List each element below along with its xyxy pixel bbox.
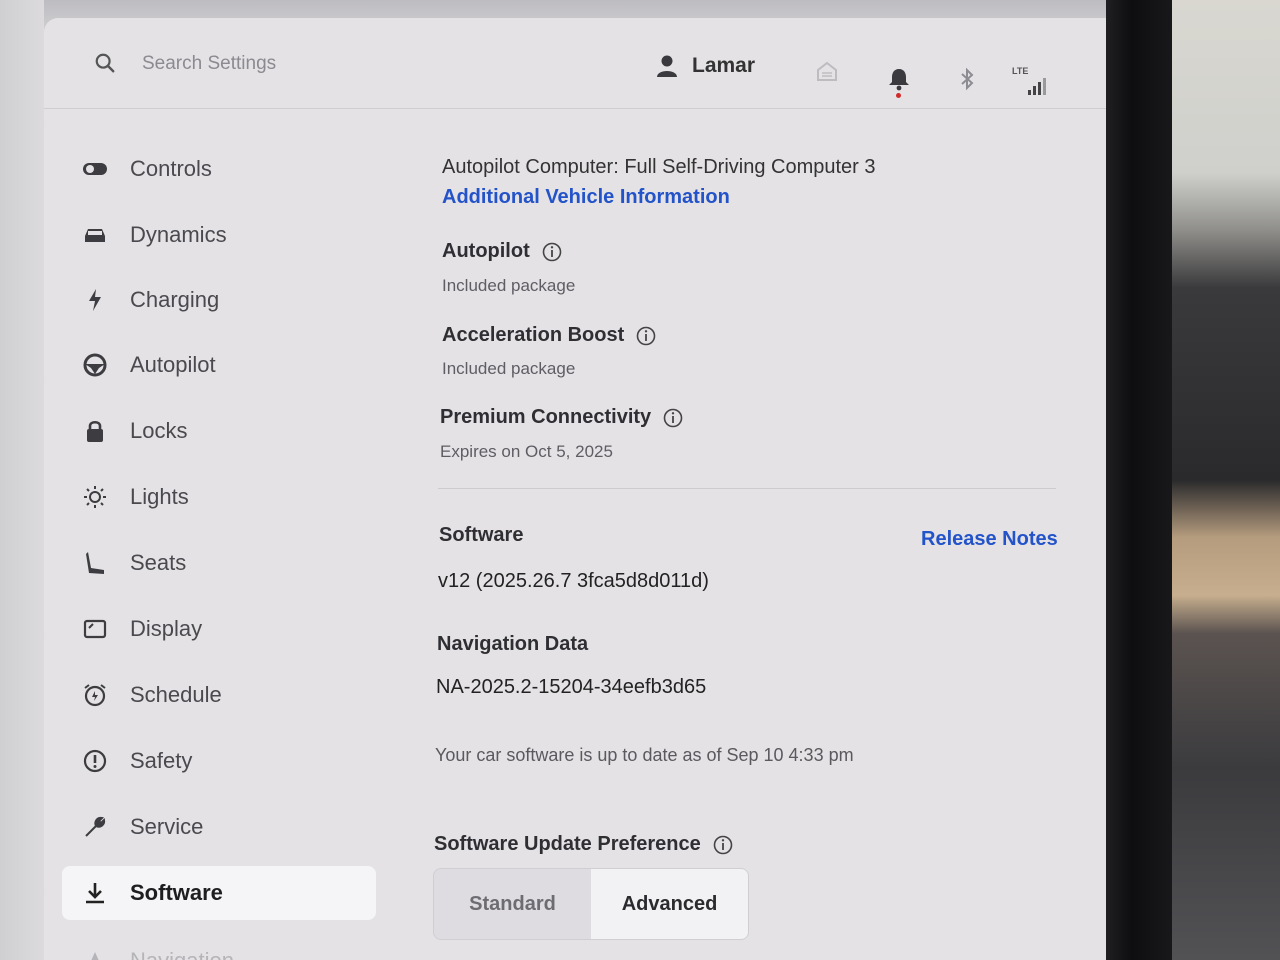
software-label: Software	[439, 524, 524, 546]
sidebar-item-seats[interactable]: Seats	[62, 536, 376, 590]
sidebar-item-autopilot[interactable]: Autopilot	[62, 338, 376, 392]
sidebar-item-label: Charging	[130, 287, 220, 312]
sidebar-item-label: Dynamics	[130, 222, 227, 247]
navigation-data-label: Navigation Data	[437, 633, 589, 655]
sidebar-item-label: Software	[130, 880, 223, 905]
sidebar-item-label: Locks	[130, 418, 188, 443]
sidebar-item-service[interactable]: Service	[62, 800, 376, 854]
sidebar-item-locks[interactable]: Locks	[62, 404, 376, 458]
package-status: Included package	[442, 359, 576, 378]
sidebar-item-label: Service	[130, 814, 204, 839]
steering-wheel-icon	[82, 352, 108, 378]
sidebar-item-label: Schedule	[130, 682, 222, 707]
sidebar-item-label: Lights	[130, 484, 189, 509]
update-preference-row: Software Update Preference	[434, 833, 733, 856]
toggle-icon	[82, 156, 108, 182]
autopilot-computer-text: Autopilot Computer: Full Self-Driving Co…	[442, 156, 876, 178]
update-preference-toggle: Standard Advanced	[433, 868, 749, 940]
package-acceleration-boost: Acceleration Boost	[442, 324, 656, 347]
package-name: Acceleration Boost	[442, 324, 625, 346]
software-version: v12 (2025.26.7 3fca5d8d011d)	[438, 570, 709, 592]
info-icon[interactable]	[636, 326, 656, 346]
sidebar-item-label: Navigation	[130, 948, 234, 960]
sidebar-item-software[interactable]: Software	[62, 866, 376, 920]
settings-screen: Lamar LTE Controls	[44, 18, 1106, 960]
search-input[interactable]	[140, 48, 444, 80]
additional-vehicle-info-link[interactable]: Additional Vehicle Information	[442, 186, 730, 209]
package-name: Autopilot	[442, 240, 530, 262]
info-icon[interactable]	[663, 408, 683, 428]
lock-icon	[82, 418, 108, 444]
wrench-icon	[82, 814, 108, 840]
bolt-icon	[82, 287, 108, 313]
package-autopilot: Autopilot	[442, 240, 562, 263]
car-icon	[82, 222, 108, 248]
search-icon[interactable]	[94, 52, 116, 74]
alert-circle-icon	[82, 748, 108, 774]
sidebar-item-label: Seats	[130, 550, 187, 575]
sidebar-item-charging[interactable]: Charging	[62, 273, 376, 327]
info-icon[interactable]	[713, 835, 733, 855]
navigation-icon	[82, 948, 108, 960]
sidebar-item-controls[interactable]: Controls	[62, 142, 376, 196]
sidebar-item-lights[interactable]: Lights	[62, 470, 376, 524]
screen-bezel	[1106, 0, 1172, 960]
sidebar-item-schedule[interactable]: Schedule	[62, 668, 376, 722]
package-name: Premium Connectivity	[440, 406, 652, 428]
sidebar-item-safety[interactable]: Safety	[62, 734, 376, 788]
display-icon	[82, 616, 108, 642]
car-interior-background	[1172, 0, 1280, 960]
section-divider	[438, 488, 1056, 489]
sidebar-item-label: Controls	[130, 156, 212, 181]
advanced-option-button[interactable]: Advanced	[591, 869, 748, 939]
seat-icon	[82, 550, 108, 576]
package-premium-connectivity: Premium Connectivity	[440, 406, 683, 429]
navigation-data-version: NA-2025.2-15204-34eefb3d65	[436, 676, 707, 698]
sidebar-item-display[interactable]: Display	[62, 602, 376, 656]
info-icon[interactable]	[542, 242, 562, 262]
download-icon	[82, 880, 108, 906]
sun-icon	[82, 484, 108, 510]
package-expiry: Expires on Oct 5, 2025	[440, 442, 613, 461]
sidebar-item-dynamics[interactable]: Dynamics	[62, 208, 376, 262]
alarm-clock-icon	[82, 682, 108, 708]
update-status-text: Your car software is up to date as of Se…	[435, 745, 854, 765]
software-panel: Autopilot Computer: Full Self-Driving Co…	[434, 18, 1064, 960]
sidebar-item-label: Autopilot	[130, 352, 216, 377]
package-status: Included package	[442, 276, 576, 295]
sidebar-item-navigation[interactable]: Navigation	[62, 934, 376, 960]
sidebar-item-label: Safety	[130, 748, 193, 773]
screen-left-edge	[0, 0, 44, 960]
standard-option-button[interactable]: Standard	[434, 869, 591, 939]
sidebar-item-label: Display	[130, 616, 203, 641]
update-preference-label: Software Update Preference	[434, 833, 701, 855]
release-notes-link[interactable]: Release Notes	[921, 528, 1058, 551]
